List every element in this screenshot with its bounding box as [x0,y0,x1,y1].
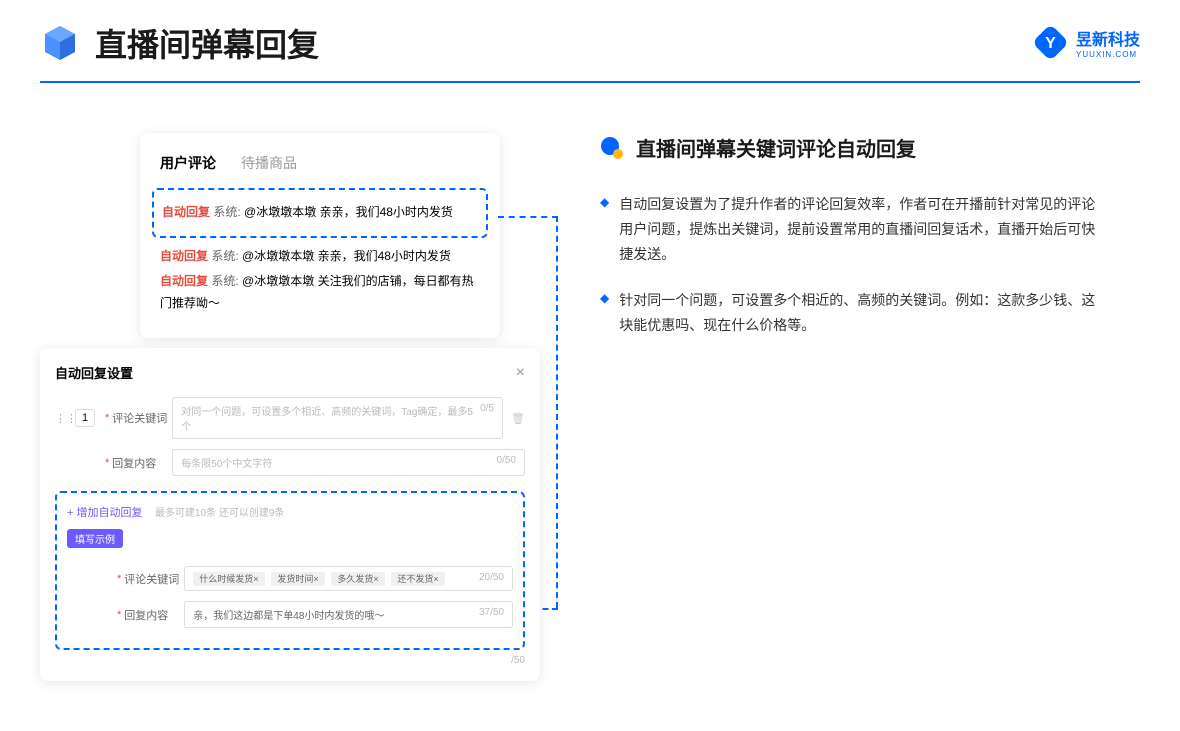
footer-count: /50 [55,655,525,666]
reply-label: 回复内容 [112,455,172,471]
system-label: 系统: [213,205,240,219]
settings-dialog: 自动回复设置 × ⋮⋮ 1 * 评论关键词 对同一个问题，可设置多个相近、高频的… [40,348,540,681]
keyword-tag[interactable]: 多久发货× [331,572,384,586]
system-label: 系统: [211,274,238,288]
add-hint: 最多可建10条 还可以创建9条 [155,508,284,519]
bubble-icon [600,136,624,160]
tab-user-comments[interactable]: 用户评论 [160,153,216,173]
diamond-bullet-icon: ◆ [600,195,609,268]
diamond-bullet-icon: ◆ [600,291,609,338]
drag-handle-icon[interactable]: ⋮⋮ [55,412,75,425]
add-reply-link[interactable]: + 增加自动回复 [67,507,142,519]
example-reply-input: 亲，我们这边都是下单48小时内发货的哦～ 37/50 [184,601,513,628]
connector-line [498,216,558,218]
page-title: 直播间弹幕回复 [95,20,319,66]
example-reply-label: 回复内容 [124,607,184,623]
connector-line [556,216,558,608]
keyword-tag[interactable]: 还不发货× [391,572,444,586]
comment-text: @冰墩墩本墩 亲亲，我们48小时内发货 [244,205,453,219]
auto-reply-label: 自动回复 [162,205,210,219]
svg-text:Y: Y [1045,35,1056,52]
keyword-tag[interactable]: 什么时候发货× [193,572,264,586]
bullet-text-1: 自动回复设置为了提升作者的评论回复效率，作者可在开播前针对常见的评论用户问题，提… [619,192,1100,268]
dialog-title: 自动回复设置 [55,363,133,382]
bullet-text-2: 针对同一个问题，可设置多个相近的、高频的关键词。例如：这款多少钱、这块能优惠吗、… [619,288,1100,338]
example-badge: 填写示例 [67,529,123,548]
section-title: 直播间弹幕关键词评论自动回复 [636,133,916,162]
keyword-label: 评论关键词 [112,410,172,426]
row-index: 1 [75,409,95,427]
delete-icon[interactable]: 🗑 [511,412,525,425]
close-icon[interactable]: × [516,364,525,382]
keyword-input[interactable]: 对同一个问题，可设置多个相近、高频的关键词，Tag确定，最多5个 0/5 [172,397,503,439]
system-label: 系统: [211,249,238,263]
highlighted-comment: 自动回复 系统: @冰墩墩本墩 亲亲，我们48小时内发货 [152,188,488,238]
keyword-tag[interactable]: 发货时间× [271,572,324,586]
auto-reply-label: 自动回复 [160,249,208,263]
comment-text: @冰墩墩本墩 关注我们的店铺，每日都有热门推荐呦～ [160,274,474,310]
example-keyword-input: 什么时候发货× 发货时间× 多久发货× 还不发货× 20/50 [184,566,513,591]
auto-reply-label: 自动回复 [160,274,208,288]
comments-card: 用户评论 待播商品 自动回复 系统: @冰墩墩本墩 亲亲，我们48小时内发货 自… [140,133,500,338]
tab-pending-products[interactable]: 待播商品 [241,153,297,173]
logo-subtitle: YUUXIN.COM [1076,50,1140,59]
reply-input[interactable]: 每条限50个中文字符 0/50 [172,449,525,476]
example-keyword-label: 评论关键词 [124,571,184,587]
example-box: + 增加自动回复 最多可建10条 还可以创建9条 填写示例 * 评论关键词 什么… [55,491,525,650]
comment-text: @冰墩墩本墩 亲亲，我们48小时内发货 [242,249,451,263]
logo-name: 昱新科技 [1076,26,1140,50]
cube-icon [40,23,80,63]
brand-logo: Y 昱新科技 YUUXIN.COM [1033,25,1140,60]
